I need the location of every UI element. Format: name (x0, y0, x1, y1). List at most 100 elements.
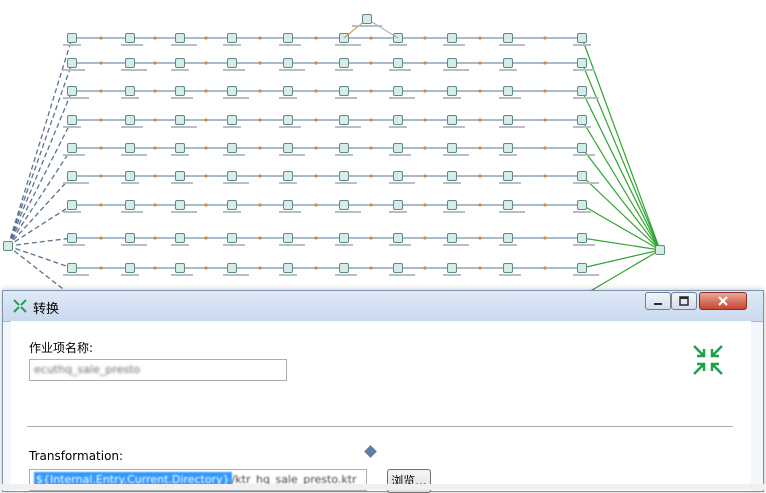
job-entry-node[interactable] (125, 33, 135, 43)
job-entry-node[interactable] (503, 58, 513, 68)
job-entry-node[interactable] (393, 58, 403, 68)
job-entry-node[interactable] (125, 263, 135, 273)
job-entry-node[interactable] (503, 263, 513, 273)
job-entry-node[interactable] (503, 143, 513, 153)
job-entry-node[interactable] (283, 200, 293, 210)
job-entry-node[interactable] (393, 86, 403, 96)
job-entry-node[interactable] (125, 143, 135, 153)
job-name-input[interactable]: ecuthq_sale_presto (29, 359, 287, 381)
job-entry-node[interactable] (227, 171, 237, 181)
job-entry-node[interactable] (503, 171, 513, 181)
job-entry-node[interactable] (227, 58, 237, 68)
job-entry-node[interactable] (339, 263, 349, 273)
job-entry-node[interactable] (67, 233, 77, 243)
job-entry-node[interactable] (175, 58, 185, 68)
job-entry-node[interactable] (339, 58, 349, 68)
job-entry-node[interactable] (447, 33, 457, 43)
job-entry-node[interactable] (67, 171, 77, 181)
job-entry-node[interactable] (577, 86, 587, 96)
job-entry-node[interactable] (503, 200, 513, 210)
hop-marker (314, 61, 318, 65)
job-entry-node[interactable] (503, 115, 513, 125)
job-entry-node[interactable] (393, 171, 403, 181)
maximize-button[interactable] (671, 292, 697, 310)
job-entry-node[interactable] (125, 171, 135, 181)
job-entry-node[interactable] (339, 86, 349, 96)
job-entry-node[interactable] (447, 143, 457, 153)
job-entry-node[interactable] (283, 115, 293, 125)
job-entry-node[interactable] (125, 115, 135, 125)
job-entry-node[interactable] (339, 115, 349, 125)
job-entry-node[interactable] (67, 58, 77, 68)
job-entry-node[interactable] (175, 233, 185, 243)
job-entry-node[interactable] (577, 263, 587, 273)
job-entry-node[interactable] (227, 233, 237, 243)
job-entry-node[interactable] (339, 171, 349, 181)
job-entry-node[interactable] (227, 86, 237, 96)
close-button[interactable] (699, 292, 747, 310)
job-entry-node[interactable] (577, 143, 587, 153)
job-entry-node[interactable] (125, 86, 135, 96)
job-entry-node[interactable] (577, 115, 587, 125)
end-node[interactable] (655, 245, 665, 255)
job-entry-node[interactable] (227, 143, 237, 153)
job-entry-node[interactable] (227, 33, 237, 43)
job-entry-node[interactable] (447, 200, 457, 210)
job-entry-node[interactable] (447, 263, 457, 273)
job-entry-node[interactable] (67, 115, 77, 125)
minimize-button[interactable] (645, 292, 671, 310)
job-entry-node[interactable] (503, 86, 513, 96)
job-entry-node[interactable] (283, 33, 293, 43)
job-entry-node[interactable] (175, 263, 185, 273)
dialog-titlebar[interactable]: 转换 (3, 291, 763, 322)
job-entry-node[interactable] (447, 58, 457, 68)
job-entry-node[interactable] (67, 86, 77, 96)
job-entry-node[interactable] (283, 233, 293, 243)
job-entry-node[interactable] (447, 171, 457, 181)
job-entry-node[interactable] (393, 263, 403, 273)
job-entry-node[interactable] (283, 171, 293, 181)
job-entry-node[interactable] (362, 14, 372, 24)
job-entry-node[interactable] (339, 233, 349, 243)
job-entry-node[interactable] (339, 200, 349, 210)
job-entry-node[interactable] (447, 115, 457, 125)
job-entry-node[interactable] (577, 33, 587, 43)
job-entry-node[interactable] (393, 115, 403, 125)
job-entry-node[interactable] (447, 86, 457, 96)
job-entry-node[interactable] (175, 115, 185, 125)
job-entry-node[interactable] (175, 143, 185, 153)
job-entry-node[interactable] (227, 263, 237, 273)
job-entry-node[interactable] (393, 233, 403, 243)
hop-marker (314, 266, 318, 270)
job-entry-node[interactable] (67, 263, 77, 273)
start-node[interactable] (3, 241, 13, 251)
job-entry-node[interactable] (67, 143, 77, 153)
job-entry-node[interactable] (175, 200, 185, 210)
job-entry-node[interactable] (227, 200, 237, 210)
job-entry-node[interactable] (339, 143, 349, 153)
job-entry-node[interactable] (125, 200, 135, 210)
job-entry-node[interactable] (227, 115, 237, 125)
job-entry-node[interactable] (393, 200, 403, 210)
job-entry-node[interactable] (283, 143, 293, 153)
job-entry-node[interactable] (577, 58, 587, 68)
job-entry-node[interactable] (175, 33, 185, 43)
job-entry-node[interactable] (577, 200, 587, 210)
job-entry-node[interactable] (175, 86, 185, 96)
job-entry-node[interactable] (283, 86, 293, 96)
job-entry-node[interactable] (503, 33, 513, 43)
job-entry-node[interactable] (283, 58, 293, 68)
job-entry-node[interactable] (503, 233, 513, 243)
job-entry-node[interactable] (67, 200, 77, 210)
job-entry-node[interactable] (577, 233, 587, 243)
job-entry-node[interactable] (175, 171, 185, 181)
job-entry-node[interactable] (447, 233, 457, 243)
job-entry-caption (279, 69, 305, 71)
job-entry-node[interactable] (577, 171, 587, 181)
job-entry-caption (223, 211, 241, 213)
job-entry-node[interactable] (393, 143, 403, 153)
job-entry-node[interactable] (283, 263, 293, 273)
job-entry-node[interactable] (125, 233, 135, 243)
job-entry-node[interactable] (67, 33, 77, 43)
job-entry-node[interactable] (125, 58, 135, 68)
